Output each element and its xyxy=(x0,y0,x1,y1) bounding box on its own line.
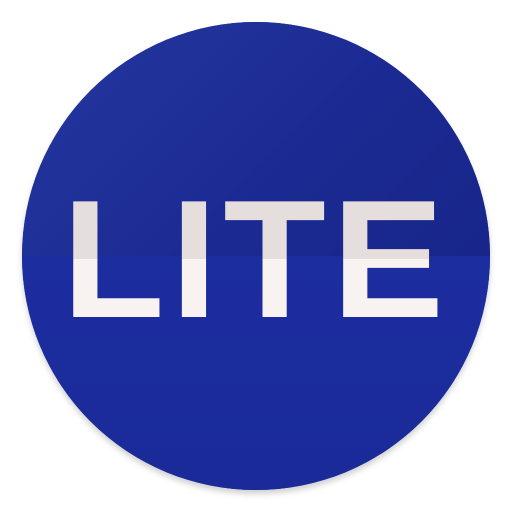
badge-label-container: LITE xyxy=(22,22,490,490)
badge-label: LITE xyxy=(62,165,450,353)
lite-badge-icon: LITE xyxy=(22,22,490,490)
app-icon-canvas: LITE xyxy=(0,0,512,512)
